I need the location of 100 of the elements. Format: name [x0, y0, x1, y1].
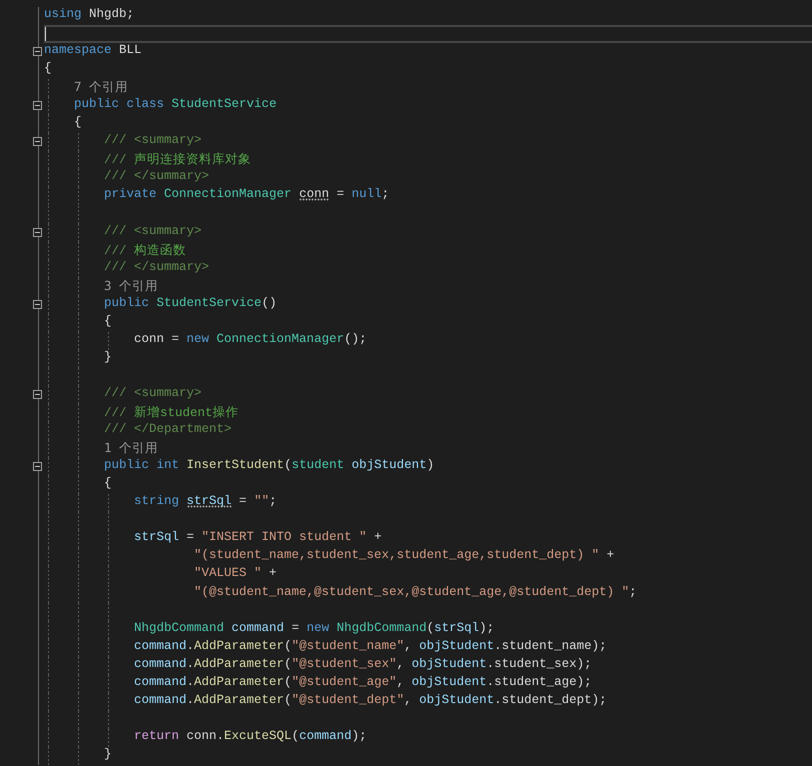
collapse-icon[interactable]	[33, 390, 42, 399]
variable-name: objStudent	[412, 656, 487, 671]
doc-comment: ///	[104, 406, 127, 420]
code-text: .student_name);	[494, 638, 607, 653]
code-text: .	[186, 692, 194, 707]
variable-name: objStudent	[419, 638, 494, 653]
code-text: .student_sex);	[486, 656, 592, 671]
type-name: ConnectionManager	[164, 187, 293, 202]
code-text: (	[284, 674, 292, 689]
string-literal: "VALUES "	[194, 566, 262, 580]
string-literal: "@student_age"	[292, 674, 397, 689]
string-literal: "INSERT INTO student "	[202, 530, 367, 544]
method-name: ExcuteSQL	[224, 728, 292, 743]
variable-name: objStudent	[419, 692, 494, 707]
doc-comment: /// <summary>	[104, 133, 202, 148]
collapse-icon[interactable]	[33, 101, 42, 110]
code-text: ,	[404, 692, 413, 707]
code-text: (	[284, 638, 292, 653]
code-text: =	[336, 187, 346, 202]
doc-comment: /// <summary>	[104, 224, 202, 238]
keyword: namespace	[44, 43, 112, 58]
indent-guide	[108, 332, 109, 350]
code-text: (	[284, 458, 292, 472]
keyword: private	[104, 187, 158, 202]
code-text: ,	[396, 656, 406, 671]
variable-name: strSql	[134, 530, 180, 544]
code-text: {	[104, 476, 112, 490]
code-text: conn.	[186, 728, 224, 743]
string-literal: "@student_dept"	[292, 692, 404, 707]
keyword: public int	[104, 458, 180, 472]
text-cursor	[45, 27, 46, 42]
variable-name: command	[134, 638, 187, 653]
code-text: .	[186, 656, 194, 671]
code-text: +	[268, 566, 277, 580]
code-text: ()	[262, 296, 277, 310]
code-text: .student_dept);	[494, 692, 607, 707]
code-text: );	[479, 620, 494, 635]
collapse-icon[interactable]	[33, 137, 42, 146]
doc-comment: /// </Department>	[104, 422, 232, 436]
code-text: BLL	[118, 43, 142, 58]
comment-text: 构造函数	[133, 244, 186, 258]
method-name: AddParameter	[194, 638, 284, 653]
variable-name: command	[134, 674, 187, 689]
code-text: +	[606, 548, 614, 562]
code-text: (	[292, 728, 300, 743]
reference-count-link[interactable]: 1 个引用	[104, 440, 158, 456]
code-text: conn =	[134, 332, 180, 346]
keyword: public class	[74, 97, 166, 112]
code-text: ;	[269, 494, 277, 508]
code-text: {	[104, 314, 112, 328]
code-text: );	[352, 728, 367, 743]
variable-name: command	[299, 728, 352, 743]
code-text: )	[426, 458, 434, 472]
collapse-icon[interactable]	[33, 300, 42, 309]
string-literal: "(@student_name,@student_sex,@student_age,@student_dept) "	[194, 584, 630, 598]
code-text: Nhgdb;	[88, 7, 134, 21]
string-literal: "@student_sex"	[292, 656, 397, 671]
code-text: ();	[344, 332, 367, 346]
keyword: return	[134, 728, 180, 743]
variable-name: objStudent	[412, 674, 487, 689]
code-text: ;	[629, 584, 637, 598]
method-name: InsertStudent	[186, 458, 284, 472]
code-text: .	[186, 638, 194, 653]
code-text: (	[284, 692, 292, 707]
reference-count-link[interactable]: 7 个引用	[74, 79, 128, 94]
keyword: string	[134, 494, 180, 508]
variable-name: command	[232, 620, 284, 635]
collapse-icon[interactable]	[33, 47, 42, 56]
type-name: student	[292, 458, 346, 472]
code-text: .	[186, 674, 194, 689]
variable-name: objStudent	[352, 458, 427, 472]
code-text: =	[290, 620, 300, 635]
code-text: }	[104, 746, 112, 761]
variable-name: command	[134, 656, 187, 671]
type-name: ConnectionManager	[216, 332, 344, 346]
collapse-icon[interactable]	[33, 228, 42, 237]
keyword: public	[104, 296, 150, 310]
code-text: {	[74, 115, 82, 130]
doc-comment: ///	[104, 153, 127, 168]
doc-comment: /// </summary>	[104, 260, 210, 274]
string-literal: ""	[254, 494, 270, 508]
comment-text: 新增student操作	[133, 406, 239, 420]
code-text: +	[373, 530, 382, 544]
code-text: ,	[404, 638, 413, 653]
variable-name: command	[134, 692, 187, 707]
type-name: NhgdbCommand	[336, 620, 427, 635]
type-name: StudentService	[172, 97, 277, 112]
type-name: StudentService	[156, 296, 262, 310]
code-text: ;	[382, 187, 390, 202]
collapse-icon[interactable]	[33, 462, 42, 472]
keyword: new	[306, 620, 330, 635]
code-text: .student_age);	[486, 674, 592, 689]
reference-count-link[interactable]: 3 个引用	[104, 278, 158, 293]
code-text: =	[238, 494, 248, 508]
keyword: using	[44, 7, 82, 21]
type-name: NhgdbCommand	[134, 620, 226, 635]
string-literal: "(student_name,student_sex,student_age,student_dept) "	[194, 548, 600, 562]
comment-text: 声明连接资料库对象	[133, 153, 252, 168]
code-text: (	[284, 656, 292, 671]
keyword: new	[186, 332, 210, 346]
